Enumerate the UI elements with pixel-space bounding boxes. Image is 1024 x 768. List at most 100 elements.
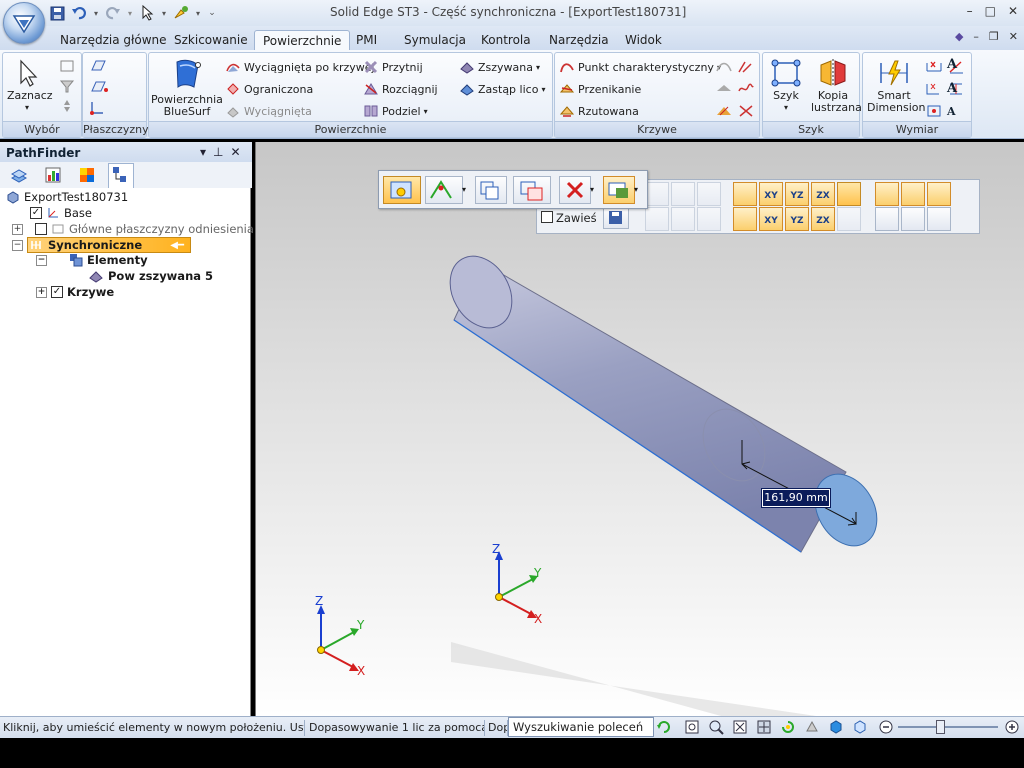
zaznacz-button[interactable]: Zaznacz ▾ <box>7 59 53 114</box>
tab-narzedzia-glowne[interactable]: Narzędzia główne <box>52 30 175 50</box>
zszywana-button[interactable]: Zszywana ▾ <box>459 59 540 75</box>
doc-close-button[interactable]: ✕ <box>1009 30 1018 43</box>
wyciagnieta-button[interactable]: Wyciągnięta <box>225 103 312 119</box>
przenikanie-button[interactable]: Przenikanie <box>559 81 641 97</box>
highlight-tool-icon[interactable] <box>172 4 190 22</box>
wyciagnieta-po-krzywej-button[interactable]: Wyciągnięta po krzywej <box>225 59 375 75</box>
delete-tool-button[interactable] <box>559 176 591 204</box>
dimension-tool-1-icon[interactable] <box>925 59 943 78</box>
option-coplanar-icon[interactable] <box>697 182 721 206</box>
tree-base[interactable]: ✓ Base <box>30 206 92 220</box>
feature-tree-tab[interactable] <box>108 163 134 188</box>
option-relation-2-icon[interactable] <box>901 182 925 206</box>
zastap-lico-dropdown-icon[interactable]: ▾ <box>541 85 545 94</box>
curve-tool-4-icon[interactable] <box>737 81 755 100</box>
zoom-in-icon[interactable] <box>1004 719 1020 738</box>
text-shrink-icon[interactable]: A <box>947 105 956 118</box>
curves-checkbox[interactable]: ✓ <box>51 286 63 298</box>
text-grow-icon[interactable]: A <box>947 81 957 96</box>
zoom-icon[interactable] <box>708 719 724 738</box>
podziel-button[interactable]: Podziel ▾ <box>363 103 428 119</box>
planes-expand-icon[interactable]: + <box>12 223 23 235</box>
option-zx-icon[interactable]: ZX <box>811 182 835 206</box>
szyk-dropdown-icon[interactable]: ▾ <box>769 102 803 114</box>
zaznacz-dropdown-icon[interactable]: ▾ <box>7 102 47 114</box>
zoom-slider-thumb[interactable] <box>936 720 945 734</box>
przytnij-button[interactable]: Przytnij <box>363 59 423 75</box>
select-dropdown-icon[interactable]: ▾ <box>160 4 168 22</box>
rotate-icon[interactable] <box>780 719 796 738</box>
save-options-button[interactable] <box>603 207 629 229</box>
doc-restore-button[interactable]: ❐ <box>989 30 999 43</box>
option-relation-4-icon[interactable] <box>875 207 899 231</box>
option-zx-2-icon[interactable]: ZX <box>811 207 835 231</box>
curves-expand-icon[interactable]: + <box>36 286 47 298</box>
rozciagnij-button[interactable]: Rozciągnij <box>363 81 438 97</box>
option-relation-3-icon[interactable] <box>927 182 951 206</box>
zoom-out-icon[interactable] <box>878 719 894 738</box>
color-manager-icon[interactable] <box>78 166 96 187</box>
option-yz-icon[interactable]: YZ <box>785 182 809 206</box>
tree-synchronous[interactable]: − Synchroniczne ◀━ <box>12 237 191 253</box>
tab-szkicowanie[interactable]: Szkicowanie <box>166 30 256 50</box>
tab-symulacja[interactable]: Symulacja <box>396 30 474 50</box>
option-perpendicular-icon[interactable] <box>697 207 721 231</box>
option-symmetry-active-icon[interactable] <box>837 182 861 206</box>
tab-pmi[interactable]: PMI <box>348 30 385 50</box>
relation-dropdown-icon[interactable]: ▾ <box>634 185 638 194</box>
undo-icon[interactable] <box>70 4 88 22</box>
dimension-tool-3-icon[interactable] <box>925 81 943 100</box>
option-relation-6-icon[interactable] <box>927 207 951 231</box>
dimension-tool-5-icon[interactable] <box>925 103 943 122</box>
shading-icon[interactable] <box>852 719 868 738</box>
zoom-slider-track[interactable] <box>898 726 998 728</box>
tree-curves[interactable]: + ✓ Krzywe <box>36 285 114 299</box>
option-disabled-icon[interactable] <box>837 207 861 231</box>
tab-narzedzia[interactable]: Narzędzia <box>541 30 617 50</box>
tree-elements[interactable]: − Elementy <box>36 253 148 267</box>
option-symmetric-icon[interactable] <box>733 182 757 206</box>
select-tool-icon[interactable] <box>138 4 156 22</box>
undo-dropdown-icon[interactable]: ▾ <box>92 4 100 22</box>
curve-tool-6-icon[interactable] <box>737 103 755 122</box>
fit-icon[interactable] <box>732 719 748 738</box>
plane-normal-icon[interactable] <box>89 79 111 98</box>
option-relation-1-icon[interactable] <box>875 182 899 206</box>
pane-menu-icon[interactable]: ▾ <box>200 145 206 159</box>
podziel-dropdown-icon[interactable]: ▾ <box>424 107 428 116</box>
annotation-text-icon[interactable]: A <box>947 57 957 72</box>
layers-icon[interactable] <box>10 166 28 187</box>
tab-kontrola[interactable]: Kontrola <box>473 30 539 50</box>
tree-root[interactable]: ExportTest180731 <box>6 190 128 204</box>
planes-checkbox[interactable] <box>35 223 47 235</box>
minimize-button[interactable]: – <box>967 4 973 18</box>
szyk-button[interactable]: Szyk ▾ <box>769 59 803 114</box>
relation-tool-button[interactable] <box>603 176 635 204</box>
punkt-charakterystyczny-button[interactable]: Punkt charakterystyczny ▾ <box>559 59 721 75</box>
highlight-dropdown-icon[interactable]: ▾ <box>194 4 202 22</box>
ograniczona-button[interactable]: Ograniczona <box>225 81 313 97</box>
option-tangent-icon[interactable] <box>671 182 695 206</box>
redo-icon[interactable] <box>104 4 122 22</box>
kopia-lustrzana-button[interactable]: Kopia lustrzana <box>811 59 862 114</box>
copy-tool-button[interactable] <box>475 176 507 204</box>
curve-tool-2-icon[interactable] <box>737 59 755 78</box>
pan-select-icon[interactable] <box>59 99 75 116</box>
save-icon[interactable] <box>48 4 66 22</box>
option-yz-2-icon[interactable]: YZ <box>785 207 809 231</box>
bluesurf-button[interactable]: Powierzchnia BlueSurf <box>151 57 223 118</box>
curve-tool-5-icon[interactable] <box>715 103 733 122</box>
curve-tool-1-icon[interactable] <box>715 59 733 78</box>
zastap-lico-button[interactable]: Zastąp lico ▾ <box>459 81 545 97</box>
move-tool-button[interactable] <box>383 176 421 204</box>
option-parallel-icon[interactable] <box>645 207 669 231</box>
zszywana-dropdown-icon[interactable]: ▾ <box>536 63 540 72</box>
delete-dropdown-icon[interactable]: ▾ <box>590 185 594 194</box>
elements-collapse-icon[interactable]: − <box>36 254 47 266</box>
plane-coordinate-icon[interactable] <box>89 100 107 119</box>
doc-minimize-button[interactable]: – <box>973 30 979 43</box>
option-offset-icon[interactable] <box>733 207 757 231</box>
select-box-icon[interactable] <box>59 59 75 76</box>
orient-dropdown-icon[interactable]: ▾ <box>462 185 466 194</box>
color-chart-icon[interactable] <box>44 166 62 187</box>
